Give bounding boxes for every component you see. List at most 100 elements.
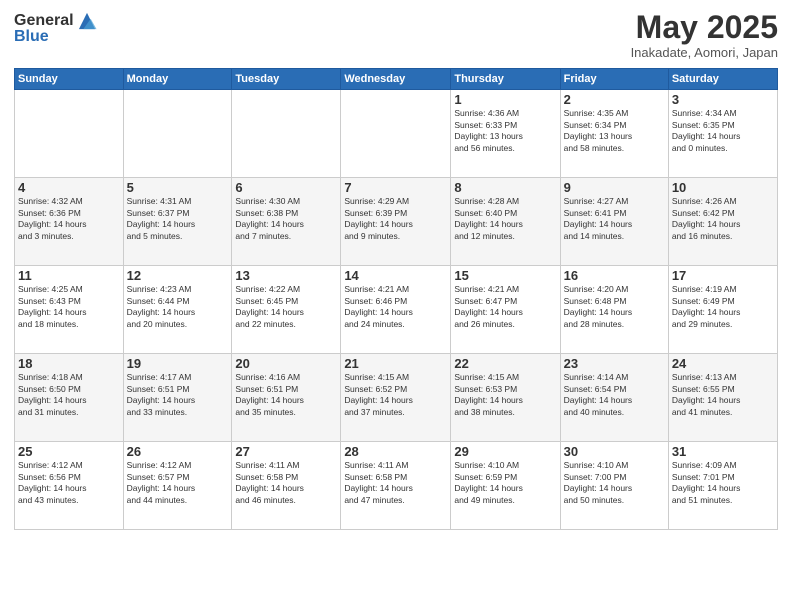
table-row: 13Sunrise: 4:22 AM Sunset: 6:45 PM Dayli… [232,266,341,354]
day-info: Sunrise: 4:31 AM Sunset: 6:37 PM Dayligh… [127,196,229,242]
day-number: 11 [18,268,120,283]
day-number: 4 [18,180,120,195]
table-row [232,90,341,178]
table-row: 21Sunrise: 4:15 AM Sunset: 6:52 PM Dayli… [341,354,451,442]
table-row: 31Sunrise: 4:09 AM Sunset: 7:01 PM Dayli… [668,442,777,530]
day-info: Sunrise: 4:28 AM Sunset: 6:40 PM Dayligh… [454,196,556,242]
day-info: Sunrise: 4:26 AM Sunset: 6:42 PM Dayligh… [672,196,774,242]
table-row: 29Sunrise: 4:10 AM Sunset: 6:59 PM Dayli… [451,442,560,530]
table-row: 18Sunrise: 4:18 AM Sunset: 6:50 PM Dayli… [15,354,124,442]
day-number: 9 [564,180,665,195]
day-number: 12 [127,268,229,283]
day-number: 17 [672,268,774,283]
day-info: Sunrise: 4:21 AM Sunset: 6:46 PM Dayligh… [344,284,447,330]
calendar-week-1: 1Sunrise: 4:36 AM Sunset: 6:33 PM Daylig… [15,90,778,178]
header-monday: Monday [123,69,232,90]
day-info: Sunrise: 4:34 AM Sunset: 6:35 PM Dayligh… [672,108,774,154]
header-wednesday: Wednesday [341,69,451,90]
day-number: 3 [672,92,774,107]
calendar-week-2: 4Sunrise: 4:32 AM Sunset: 6:36 PM Daylig… [15,178,778,266]
table-row: 10Sunrise: 4:26 AM Sunset: 6:42 PM Dayli… [668,178,777,266]
day-info: Sunrise: 4:15 AM Sunset: 6:53 PM Dayligh… [454,372,556,418]
day-number: 26 [127,444,229,459]
table-row [341,90,451,178]
calendar-table: Sunday Monday Tuesday Wednesday Thursday… [14,68,778,530]
day-info: Sunrise: 4:10 AM Sunset: 7:00 PM Dayligh… [564,460,665,506]
location-subtitle: Inakadate, Aomori, Japan [631,45,778,60]
day-info: Sunrise: 4:13 AM Sunset: 6:55 PM Dayligh… [672,372,774,418]
day-number: 5 [127,180,229,195]
table-row: 15Sunrise: 4:21 AM Sunset: 6:47 PM Dayli… [451,266,560,354]
day-info: Sunrise: 4:11 AM Sunset: 6:58 PM Dayligh… [344,460,447,506]
day-info: Sunrise: 4:19 AM Sunset: 6:49 PM Dayligh… [672,284,774,330]
day-number: 24 [672,356,774,371]
day-number: 10 [672,180,774,195]
table-row: 12Sunrise: 4:23 AM Sunset: 6:44 PM Dayli… [123,266,232,354]
table-row: 3Sunrise: 4:34 AM Sunset: 6:35 PM Daylig… [668,90,777,178]
day-info: Sunrise: 4:12 AM Sunset: 6:56 PM Dayligh… [18,460,120,506]
day-info: Sunrise: 4:27 AM Sunset: 6:41 PM Dayligh… [564,196,665,242]
day-info: Sunrise: 4:29 AM Sunset: 6:39 PM Dayligh… [344,196,447,242]
header: General Blue May 2025 Inakadate, Aomori,… [14,10,778,60]
day-number: 14 [344,268,447,283]
day-info: Sunrise: 4:18 AM Sunset: 6:50 PM Dayligh… [18,372,120,418]
table-row: 27Sunrise: 4:11 AM Sunset: 6:58 PM Dayli… [232,442,341,530]
day-number: 20 [235,356,337,371]
day-info: Sunrise: 4:10 AM Sunset: 6:59 PM Dayligh… [454,460,556,506]
day-info: Sunrise: 4:35 AM Sunset: 6:34 PM Dayligh… [564,108,665,154]
header-sunday: Sunday [15,69,124,90]
day-number: 25 [18,444,120,459]
table-row: 26Sunrise: 4:12 AM Sunset: 6:57 PM Dayli… [123,442,232,530]
table-row: 8Sunrise: 4:28 AM Sunset: 6:40 PM Daylig… [451,178,560,266]
day-number: 31 [672,444,774,459]
calendar-header-row: Sunday Monday Tuesday Wednesday Thursday… [15,69,778,90]
calendar-week-4: 18Sunrise: 4:18 AM Sunset: 6:50 PM Dayli… [15,354,778,442]
logo: General Blue [14,10,98,46]
table-row: 24Sunrise: 4:13 AM Sunset: 6:55 PM Dayli… [668,354,777,442]
day-number: 6 [235,180,337,195]
day-number: 15 [454,268,556,283]
table-row: 20Sunrise: 4:16 AM Sunset: 6:51 PM Dayli… [232,354,341,442]
title-block: May 2025 Inakadate, Aomori, Japan [631,10,778,60]
day-info: Sunrise: 4:36 AM Sunset: 6:33 PM Dayligh… [454,108,556,154]
table-row [15,90,124,178]
day-info: Sunrise: 4:11 AM Sunset: 6:58 PM Dayligh… [235,460,337,506]
month-title: May 2025 [631,10,778,45]
table-row: 1Sunrise: 4:36 AM Sunset: 6:33 PM Daylig… [451,90,560,178]
day-number: 29 [454,444,556,459]
day-number: 23 [564,356,665,371]
day-number: 18 [18,356,120,371]
table-row [123,90,232,178]
day-info: Sunrise: 4:30 AM Sunset: 6:38 PM Dayligh… [235,196,337,242]
calendar-week-5: 25Sunrise: 4:12 AM Sunset: 6:56 PM Dayli… [15,442,778,530]
day-info: Sunrise: 4:15 AM Sunset: 6:52 PM Dayligh… [344,372,447,418]
day-number: 28 [344,444,447,459]
table-row: 11Sunrise: 4:25 AM Sunset: 6:43 PM Dayli… [15,266,124,354]
table-row: 23Sunrise: 4:14 AM Sunset: 6:54 PM Dayli… [560,354,668,442]
day-info: Sunrise: 4:12 AM Sunset: 6:57 PM Dayligh… [127,460,229,506]
header-tuesday: Tuesday [232,69,341,90]
header-friday: Friday [560,69,668,90]
table-row: 14Sunrise: 4:21 AM Sunset: 6:46 PM Dayli… [341,266,451,354]
day-number: 19 [127,356,229,371]
day-number: 1 [454,92,556,107]
table-row: 28Sunrise: 4:11 AM Sunset: 6:58 PM Dayli… [341,442,451,530]
day-info: Sunrise: 4:09 AM Sunset: 7:01 PM Dayligh… [672,460,774,506]
day-info: Sunrise: 4:23 AM Sunset: 6:44 PM Dayligh… [127,284,229,330]
table-row: 16Sunrise: 4:20 AM Sunset: 6:48 PM Dayli… [560,266,668,354]
day-number: 8 [454,180,556,195]
page: General Blue May 2025 Inakadate, Aomori,… [0,0,792,612]
day-info: Sunrise: 4:25 AM Sunset: 6:43 PM Dayligh… [18,284,120,330]
table-row: 9Sunrise: 4:27 AM Sunset: 6:41 PM Daylig… [560,178,668,266]
day-info: Sunrise: 4:32 AM Sunset: 6:36 PM Dayligh… [18,196,120,242]
day-number: 22 [454,356,556,371]
day-info: Sunrise: 4:17 AM Sunset: 6:51 PM Dayligh… [127,372,229,418]
day-number: 27 [235,444,337,459]
day-number: 30 [564,444,665,459]
table-row: 2Sunrise: 4:35 AM Sunset: 6:34 PM Daylig… [560,90,668,178]
day-info: Sunrise: 4:20 AM Sunset: 6:48 PM Dayligh… [564,284,665,330]
day-info: Sunrise: 4:21 AM Sunset: 6:47 PM Dayligh… [454,284,556,330]
table-row: 7Sunrise: 4:29 AM Sunset: 6:39 PM Daylig… [341,178,451,266]
table-row: 30Sunrise: 4:10 AM Sunset: 7:00 PM Dayli… [560,442,668,530]
day-number: 7 [344,180,447,195]
